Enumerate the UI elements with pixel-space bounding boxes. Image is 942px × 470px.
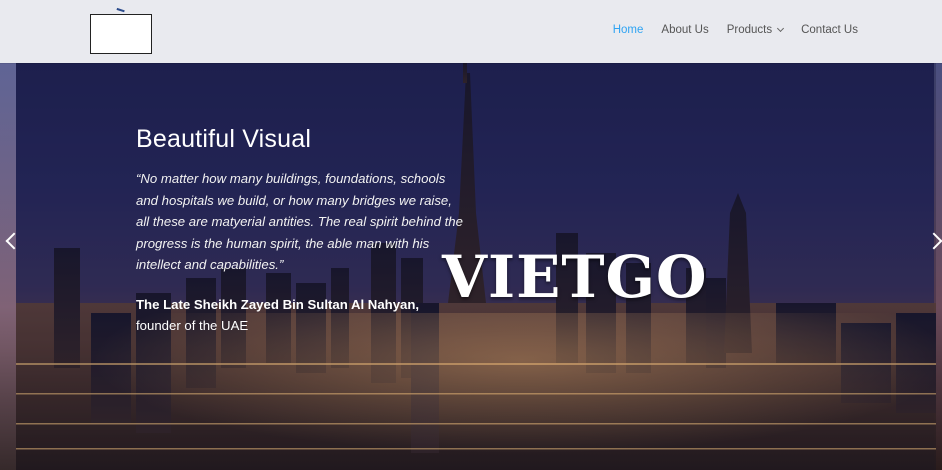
logo-mark-icon: [115, 7, 125, 17]
quote-author: The Late Sheikh Zayed Bin Sultan Al Nahy…: [136, 296, 420, 312]
chevron-left-icon: [5, 232, 23, 250]
slide-title: Beautiful Visual: [136, 125, 312, 153]
slide-quote: “No matter how many buildings, foundatio…: [136, 171, 463, 273]
nav-products[interactable]: Products: [726, 24, 785, 36]
vietgo-watermark: VIETGO: [442, 243, 708, 311]
site-logo[interactable]: [90, 7, 152, 54]
chevron-right-icon: [925, 232, 942, 250]
previous-slide-peek: [0, 63, 16, 470]
nav-contact-us[interactable]: Contact Us: [801, 24, 858, 36]
city-lights-glow: [16, 313, 936, 470]
nav-products-label: Products: [726, 24, 773, 36]
main-nav: Home About Us Products Contact Us: [595, 24, 858, 36]
slider-next-button[interactable]: [925, 232, 942, 250]
hero-slider: Beautiful Visual “No matter how many bui…: [0, 63, 942, 470]
slider-prev-button[interactable]: [5, 232, 23, 250]
site-header: Home About Us Products Contact Us: [0, 0, 942, 63]
nav-about-us[interactable]: About Us: [661, 24, 708, 36]
quote-author-role: founder of the UAE: [136, 317, 249, 333]
nav-home[interactable]: Home: [613, 24, 644, 36]
slide-caption: Beautiful Visual “No matter how many bui…: [136, 125, 466, 336]
chevron-down-icon: [777, 24, 785, 32]
